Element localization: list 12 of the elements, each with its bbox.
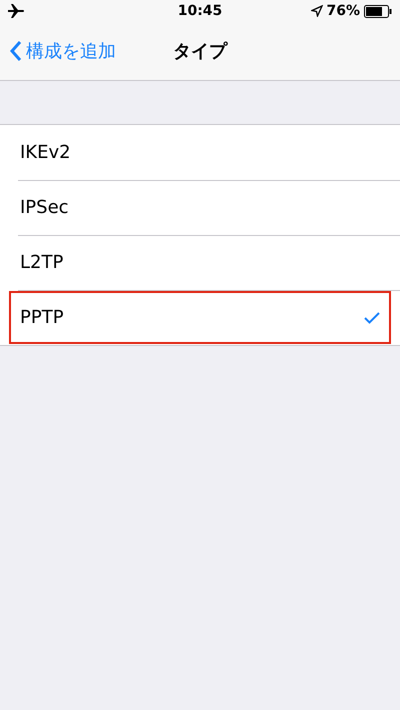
vpn-type-option[interactable]: IPSec — [0, 180, 400, 235]
nav-title: タイプ — [173, 40, 227, 63]
airplane-icon — [8, 4, 24, 18]
back-chevron-icon — [10, 40, 22, 62]
status-time: 10:45 — [178, 3, 222, 19]
battery-icon — [364, 4, 392, 18]
location-icon — [310, 5, 322, 17]
checkmark-icon — [364, 312, 380, 324]
vpn-type-option[interactable]: PPTP — [0, 290, 400, 345]
battery-percent: 76% — [326, 3, 360, 19]
vpn-type-option[interactable]: L2TP — [0, 235, 400, 290]
vpn-type-option[interactable]: IKEv2 — [0, 125, 400, 180]
